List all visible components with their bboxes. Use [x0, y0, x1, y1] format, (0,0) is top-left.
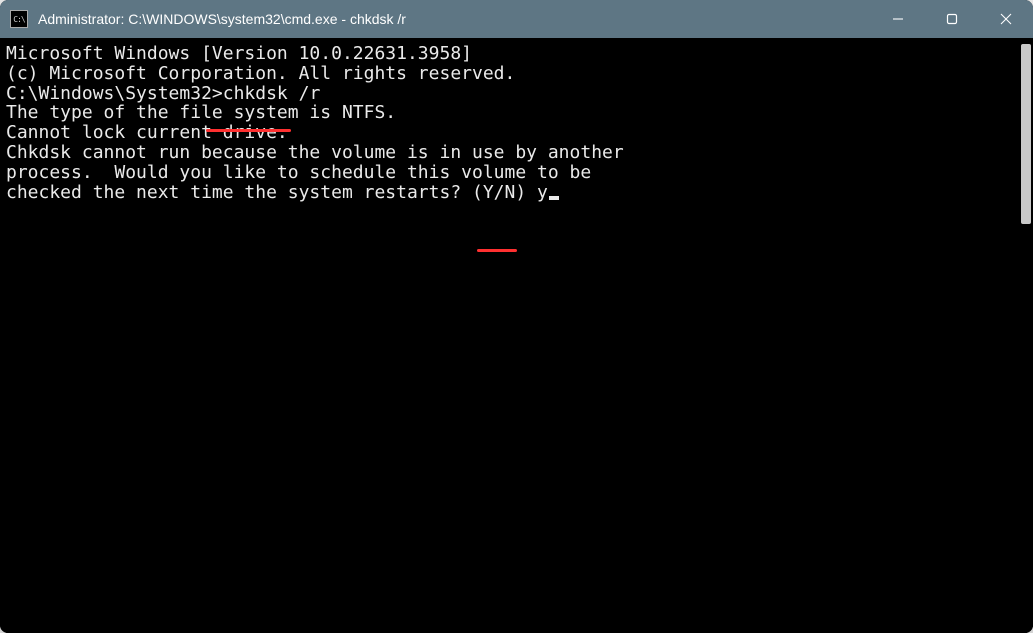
- question-text: checked the next time the system restart…: [6, 182, 537, 203]
- scrollbar-thumb[interactable]: [1021, 44, 1031, 224]
- maximize-button[interactable]: [925, 0, 979, 38]
- banner-line: (c) Microsoft Corporation. All rights re…: [6, 64, 1011, 84]
- output-line: Cannot lock current drive.: [6, 123, 1011, 143]
- close-icon: [1000, 13, 1012, 25]
- window-controls: [871, 0, 1033, 38]
- typed-command: chkdsk /r: [223, 83, 321, 104]
- output-line: The type of the file system is NTFS.: [6, 103, 1011, 123]
- minimize-icon: [892, 13, 904, 25]
- maximize-icon: [946, 13, 958, 25]
- banner-line: Microsoft Windows [Version 10.0.22631.39…: [6, 44, 1011, 64]
- command-prompt-window: C:\ Administrator: C:\WINDOWS\system32\c…: [0, 0, 1033, 633]
- close-button[interactable]: [979, 0, 1033, 38]
- cmd-icon: C:\: [10, 10, 28, 28]
- prompt-line: C:\Windows\System32>chkdsk /r: [6, 84, 1011, 104]
- prompt-line: checked the next time the system restart…: [6, 183, 1011, 203]
- annotation-underline-command: [206, 129, 291, 132]
- output-line: process. Would you like to schedule this…: [6, 163, 1011, 183]
- minimize-button[interactable]: [871, 0, 925, 38]
- titlebar[interactable]: C:\ Administrator: C:\WINDOWS\system32\c…: [0, 0, 1033, 38]
- prompt-prefix: C:\Windows\System32>: [6, 83, 223, 104]
- text-cursor: [549, 196, 559, 200]
- window-title: Administrator: C:\WINDOWS\system32\cmd.e…: [38, 11, 871, 27]
- console-output[interactable]: Microsoft Windows [Version 10.0.22631.39…: [0, 38, 1019, 633]
- typed-answer: y: [537, 182, 548, 203]
- console-area: Microsoft Windows [Version 10.0.22631.39…: [0, 38, 1033, 633]
- annotation-underline-answer: [477, 249, 517, 252]
- output-line: Chkdsk cannot run because the volume is …: [6, 143, 1011, 163]
- vertical-scrollbar[interactable]: [1019, 38, 1033, 633]
